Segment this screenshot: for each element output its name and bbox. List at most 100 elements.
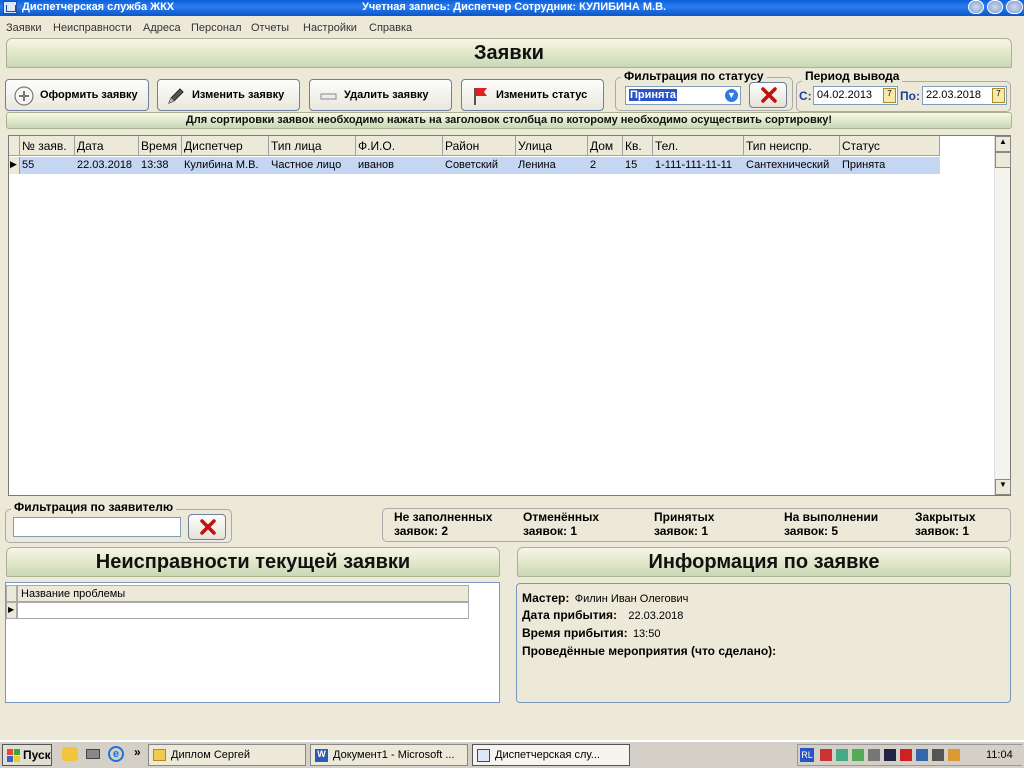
tray-app-icon[interactable] — [820, 749, 832, 761]
column-header[interactable]: Район — [443, 136, 516, 156]
column-header[interactable]: Тип неиспр. — [744, 136, 840, 156]
minimize-button[interactable] — [968, 0, 984, 14]
clear-applicant-filter-button[interactable] — [188, 514, 226, 540]
arrival-time-label: Время прибытия: — [522, 626, 628, 640]
clock: 11:04 — [986, 749, 1013, 761]
table-cell: Сантехнический — [746, 159, 830, 171]
language-indicator[interactable]: RL — [800, 748, 814, 762]
table-cell: Кулибина М.В. — [184, 159, 259, 171]
home-icon — [3, 1, 17, 14]
shield-icon[interactable] — [900, 749, 912, 761]
column-header[interactable]: Улица — [516, 136, 588, 156]
edit-request-button[interactable]: Изменить заявку — [157, 79, 300, 111]
menu-faults[interactable]: Неисправности — [53, 22, 132, 34]
tray-app-icon[interactable] — [884, 749, 896, 761]
scroll-thumb[interactable] — [995, 152, 1011, 168]
stat-unfilled: Не заполненных заявок: 2 — [394, 510, 493, 538]
clear-status-filter-button[interactable] — [749, 82, 787, 108]
requests-table[interactable]: № заяв. Дата Время Диспетчер Тип лица Ф.… — [8, 135, 1011, 496]
menu-bar: Заявки Неисправности Адреса Персонал Отч… — [0, 18, 1024, 38]
table-cell: Ленина — [518, 159, 556, 171]
tray-app-icon[interactable] — [948, 749, 960, 761]
pencil-icon — [168, 88, 184, 104]
info-panel: Мастер: Филин Иван Олегович Дата прибыти… — [516, 583, 1011, 703]
home-icon — [477, 749, 490, 762]
column-header[interactable]: Дата — [75, 136, 139, 156]
column-header[interactable]: Тип лица — [269, 136, 356, 156]
menu-help[interactable]: Справка — [369, 22, 412, 34]
flag-icon — [474, 88, 487, 105]
word-icon: W — [315, 749, 328, 762]
menu-zayavki[interactable]: Заявки — [6, 22, 42, 34]
column-header[interactable]: № заяв. — [20, 136, 75, 156]
faults-title: Неисправности текущей заявки — [6, 547, 500, 577]
delete-request-button[interactable]: Удалить заявку — [309, 79, 452, 111]
column-header[interactable]: Тел. — [653, 136, 744, 156]
table-cell: Советский — [445, 159, 499, 171]
table-cell: 15 — [625, 159, 638, 171]
scroll-up-arrow[interactable]: ▲ — [995, 136, 1011, 152]
stat-accepted: Принятых заявок: 1 — [654, 510, 715, 538]
period-from-input[interactable]: 04.02.2013 7 — [813, 86, 898, 105]
windows-logo-icon — [7, 749, 20, 762]
task-dispatch-active[interactable]: Диспетчерская слу... — [472, 744, 630, 766]
task-folder[interactable]: Диплом Сергей — [148, 744, 306, 766]
ie-icon[interactable]: e — [108, 746, 124, 762]
tray-app-icon[interactable] — [868, 749, 880, 761]
plus-icon — [14, 86, 34, 106]
column-header[interactable]: Название проблемы — [17, 585, 469, 602]
applicant-filter-input[interactable] — [13, 517, 181, 537]
close-button[interactable] — [1006, 0, 1023, 14]
menu-addresses[interactable]: Адреса — [143, 22, 181, 34]
maximize-button[interactable] — [987, 0, 1003, 14]
table-cell: 55 — [22, 159, 35, 171]
status-filter-select[interactable]: Принята ▼ — [625, 86, 741, 105]
minus-icon — [320, 93, 337, 100]
column-header[interactable]: Ф.И.О. — [356, 136, 443, 156]
network-icon[interactable] — [852, 749, 864, 761]
calendar-icon[interactable]: 7 — [883, 88, 896, 103]
menu-reports[interactable]: Отчеты — [251, 22, 289, 34]
scroll-down-arrow[interactable]: ▼ — [995, 479, 1011, 495]
column-header[interactable]: Время — [139, 136, 182, 156]
tray-app-icon[interactable] — [932, 749, 944, 761]
period-from-label: С: — [799, 89, 812, 103]
applicant-filter-label: Фильтрация по заявителю — [11, 500, 177, 514]
vertical-scrollbar[interactable]: ▲ ▼ — [994, 136, 1011, 495]
sort-hint: Для сортировки заявок необходимо нажать … — [6, 112, 1012, 129]
table-row[interactable] — [17, 602, 469, 619]
tray-app-icon[interactable] — [916, 749, 928, 761]
menu-personnel[interactable]: Персонал — [191, 22, 242, 34]
desktop-icon[interactable] — [86, 749, 100, 759]
close-icon — [761, 87, 777, 103]
table-cell: 2 — [590, 159, 597, 171]
row-selector-header — [9, 136, 20, 156]
period-label: Период вывода — [802, 69, 903, 83]
account-info: Учетная запись: Диспетчер Сотрудник: КУЛ… — [362, 1, 667, 13]
quicklaunch-icon[interactable] — [62, 747, 78, 761]
create-request-button[interactable]: Оформить заявку — [5, 79, 149, 111]
menu-settings[interactable]: Настройки — [303, 22, 357, 34]
column-header[interactable]: Дом — [588, 136, 623, 156]
folder-icon — [153, 749, 166, 761]
close-icon — [200, 519, 216, 535]
change-status-button[interactable]: Изменить статус — [461, 79, 604, 111]
start-button[interactable]: Пуск — [2, 744, 52, 766]
window-title-bar[interactable]: Диспетчерская служба ЖКХ Учетная запись:… — [0, 0, 1024, 16]
chevron-right-icon[interactable]: » — [134, 745, 141, 759]
stat-in-progress: На выполнении заявок: 5 — [784, 510, 879, 538]
arrival-date-value: 22.03.2018 — [628, 610, 684, 622]
volume-icon[interactable] — [836, 749, 848, 761]
period-to-input[interactable]: 22.03.2018 7 — [922, 86, 1007, 105]
task-word[interactable]: W Документ1 - Microsoft ... — [310, 744, 468, 766]
column-header[interactable]: Статус — [840, 136, 940, 156]
calendar-icon[interactable]: 7 — [992, 88, 1005, 103]
stat-closed: Закрытых заявок: 1 — [915, 510, 976, 538]
faults-table[interactable]: Название проблемы ▶ — [5, 582, 500, 703]
table-cell: 13:38 — [141, 159, 169, 171]
master-label: Мастер: — [522, 591, 570, 605]
column-header[interactable]: Кв. — [623, 136, 653, 156]
column-header[interactable]: Диспетчер — [182, 136, 269, 156]
info-title: Информация по заявке — [517, 547, 1011, 577]
page-title: Заявки — [6, 38, 1012, 68]
